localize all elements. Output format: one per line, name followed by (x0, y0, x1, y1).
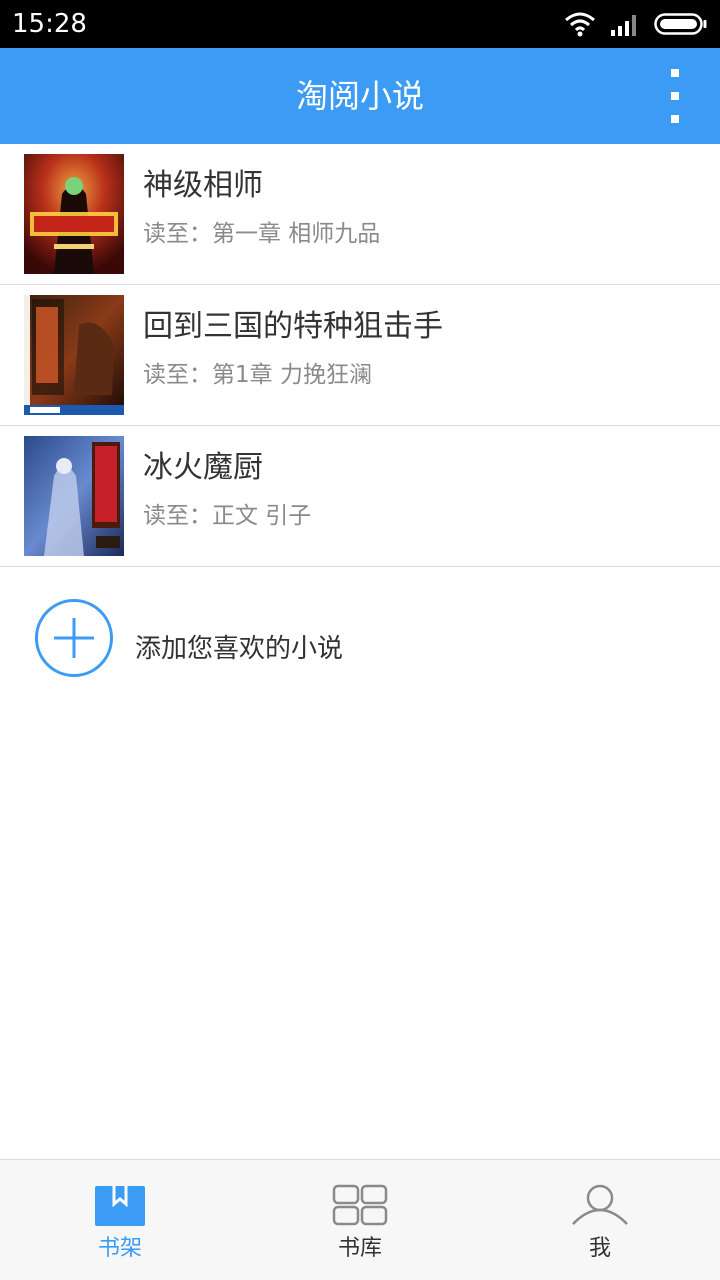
book-cover-image (24, 295, 124, 415)
book-item[interactable]: 回到三国的特种狙击手 读至：第1章 力挽狂澜 (0, 285, 720, 426)
more-menu-button[interactable] (660, 66, 690, 126)
book-title: 冰火魔厨 (143, 450, 263, 485)
book-progress: 读至：正文 引子 (143, 503, 312, 529)
book-cover-image (24, 154, 124, 274)
add-book-label: 添加您喜欢的小说 (135, 634, 344, 664)
battery-icon (654, 13, 707, 35)
tab-library[interactable]: 书库 (240, 1160, 480, 1280)
book-title: 神级相师 (143, 168, 263, 203)
user-icon (572, 1184, 628, 1225)
bookshelf-icon (95, 1186, 145, 1226)
status-time: 15:28 (12, 9, 87, 39)
tab-label: 书架 (97, 1236, 142, 1261)
add-book-row[interactable]: 添加您喜欢的小说 (0, 568, 720, 708)
status-bar: 15:28 (0, 0, 720, 48)
signal-icon (611, 15, 636, 36)
grid-icon (332, 1184, 388, 1226)
book-item[interactable]: 冰火魔厨 读至：正文 引子 (0, 426, 720, 567)
plus-circle-icon (35, 599, 113, 677)
book-title: 回到三国的特种狙击手 (143, 309, 443, 344)
book-item[interactable]: 神级相师 读至：第一章 相师九品 (0, 144, 720, 285)
tab-me[interactable]: 我 (480, 1160, 720, 1280)
bottom-nav: 书架 书库 我 (0, 1159, 720, 1280)
app-header: 淘阅小说 (0, 48, 720, 144)
book-progress: 读至：第一章 相师九品 (143, 221, 381, 247)
tab-label: 我 (588, 1236, 611, 1261)
tab-label: 书库 (337, 1236, 382, 1261)
status-icons (564, 10, 708, 38)
book-cover-image (24, 436, 124, 556)
book-list: 神级相师 读至：第一章 相师九品 回到三国的特种狙击手 读至：第1章 力挽狂澜 … (0, 144, 720, 567)
app-title: 淘阅小说 (295, 77, 424, 115)
tab-bookshelf[interactable]: 书架 (0, 1160, 240, 1280)
book-progress: 读至：第1章 力挽狂澜 (143, 362, 372, 388)
more-vertical-icon (671, 69, 679, 77)
wifi-icon (565, 12, 595, 37)
